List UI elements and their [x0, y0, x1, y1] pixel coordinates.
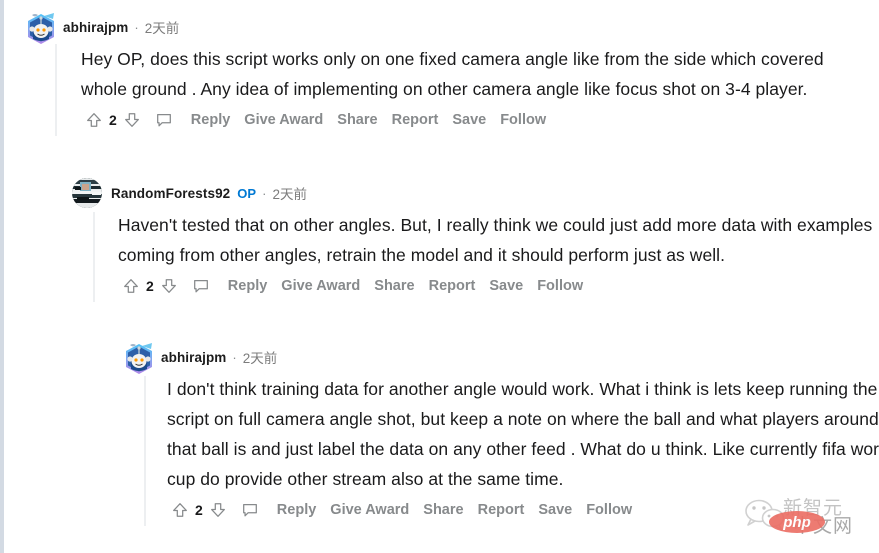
follow-button-1[interactable]: Follow — [500, 112, 546, 128]
avatar[interactable] — [72, 178, 102, 208]
upvote-button-2[interactable] — [118, 273, 144, 299]
upvote-arrow-icon — [173, 503, 187, 517]
downvote-button-1[interactable] — [119, 107, 145, 133]
comment-bubble-button-2[interactable] — [188, 273, 214, 299]
follow-button-2[interactable]: Follow — [537, 278, 583, 294]
comment-timestamp-3: 2天前 — [242, 351, 278, 366]
comment-thread-item-2: RandomForests92 OP · 2天前 Haven't tested … — [72, 176, 879, 302]
comment-body-3: I don't think training data for another … — [167, 379, 879, 489]
report-button-3[interactable]: Report — [478, 502, 525, 518]
save-button-3[interactable]: Save — [538, 502, 572, 518]
comment-score-1: 2 — [109, 112, 117, 128]
comment-author-1[interactable]: abhirajpm — [63, 20, 128, 35]
snoo-avatar-icon — [28, 13, 54, 44]
comment-thread-item-1: abhirajpm · 2天前 Hey OP, does this script… — [24, 10, 879, 136]
follow-button-3[interactable]: Follow — [586, 502, 632, 518]
give-award-button-2[interactable]: Give Award — [281, 278, 360, 294]
upvote-button-3[interactable] — [167, 497, 193, 523]
comment-timestamp-2: 2天前 — [272, 187, 307, 202]
comment-body-2: Haven't tested that on other angles. But… — [118, 215, 873, 265]
report-button-2[interactable]: Report — [429, 278, 476, 294]
comment-timestamp-1: 2天前 — [144, 21, 180, 36]
comment-header-2: RandomForests92 OP · 2天前 — [72, 176, 879, 210]
comment-author-2[interactable]: RandomForests92 — [111, 186, 230, 201]
comment-score-3: 2 — [195, 502, 203, 518]
share-button-1[interactable]: Share — [337, 112, 377, 128]
op-badge: OP — [237, 185, 257, 201]
reply-button-3[interactable]: Reply — [277, 502, 317, 518]
photo-avatar-icon — [72, 178, 102, 208]
save-button-2[interactable]: Save — [489, 278, 523, 294]
give-award-button-3[interactable]: Give Award — [330, 502, 409, 518]
comment-actions-3: 2 Reply Give Award Share Report Save Fol… — [167, 494, 879, 526]
report-button-1[interactable]: Report — [392, 112, 439, 128]
comment-bubble-button-1[interactable] — [151, 107, 177, 133]
comment-thread-item-3: abhirajpm · 2天前 I don't think training d… — [122, 340, 879, 526]
share-button-3[interactable]: Share — [423, 502, 463, 518]
thread-collapse-line-2[interactable] — [93, 212, 95, 302]
downvote-arrow-icon — [210, 503, 225, 517]
downvote-button-2[interactable] — [156, 273, 182, 299]
avatar[interactable] — [24, 12, 54, 44]
reply-button-2[interactable]: Reply — [228, 278, 268, 294]
downvote-arrow-icon — [124, 113, 139, 127]
comment-body-1: Hey OP, does this script works only on o… — [81, 49, 824, 99]
comment-actions-2: 2 Reply Give Award Share Report Save Fol… — [118, 270, 879, 302]
comment-header-3: abhirajpm · 2天前 — [122, 340, 879, 374]
snoo-avatar-icon — [126, 343, 152, 374]
comment-bubble-icon — [193, 279, 208, 293]
comment-score-2: 2 — [146, 278, 154, 294]
share-button-2[interactable]: Share — [374, 278, 414, 294]
comment-bubble-icon — [156, 113, 171, 127]
save-button-1[interactable]: Save — [452, 112, 486, 128]
reply-button-1[interactable]: Reply — [191, 112, 231, 128]
comment-author-3[interactable]: abhirajpm — [161, 350, 226, 365]
comment-bubble-icon — [242, 503, 257, 517]
comment-actions-1: 2 Reply Give Award Share Report Save Fol… — [81, 104, 879, 136]
header-separator-3: · — [232, 349, 237, 365]
header-separator-1: · — [134, 19, 139, 35]
thread-collapse-line-1[interactable] — [55, 44, 57, 136]
comment-thread: abhirajpm · 2天前 Hey OP, does this script… — [4, 0, 879, 553]
avatar[interactable] — [122, 342, 152, 374]
give-award-button-1[interactable]: Give Award — [244, 112, 323, 128]
thread-collapse-line-3[interactable] — [144, 376, 146, 526]
downvote-arrow-icon — [161, 279, 176, 293]
downvote-button-3[interactable] — [205, 497, 231, 523]
upvote-button-1[interactable] — [81, 107, 107, 133]
upvote-arrow-icon — [87, 113, 101, 127]
comment-header-1: abhirajpm · 2天前 — [24, 10, 879, 44]
comment-bubble-button-3[interactable] — [237, 497, 263, 523]
upvote-arrow-icon — [124, 279, 138, 293]
header-separator-2: · — [262, 185, 267, 201]
